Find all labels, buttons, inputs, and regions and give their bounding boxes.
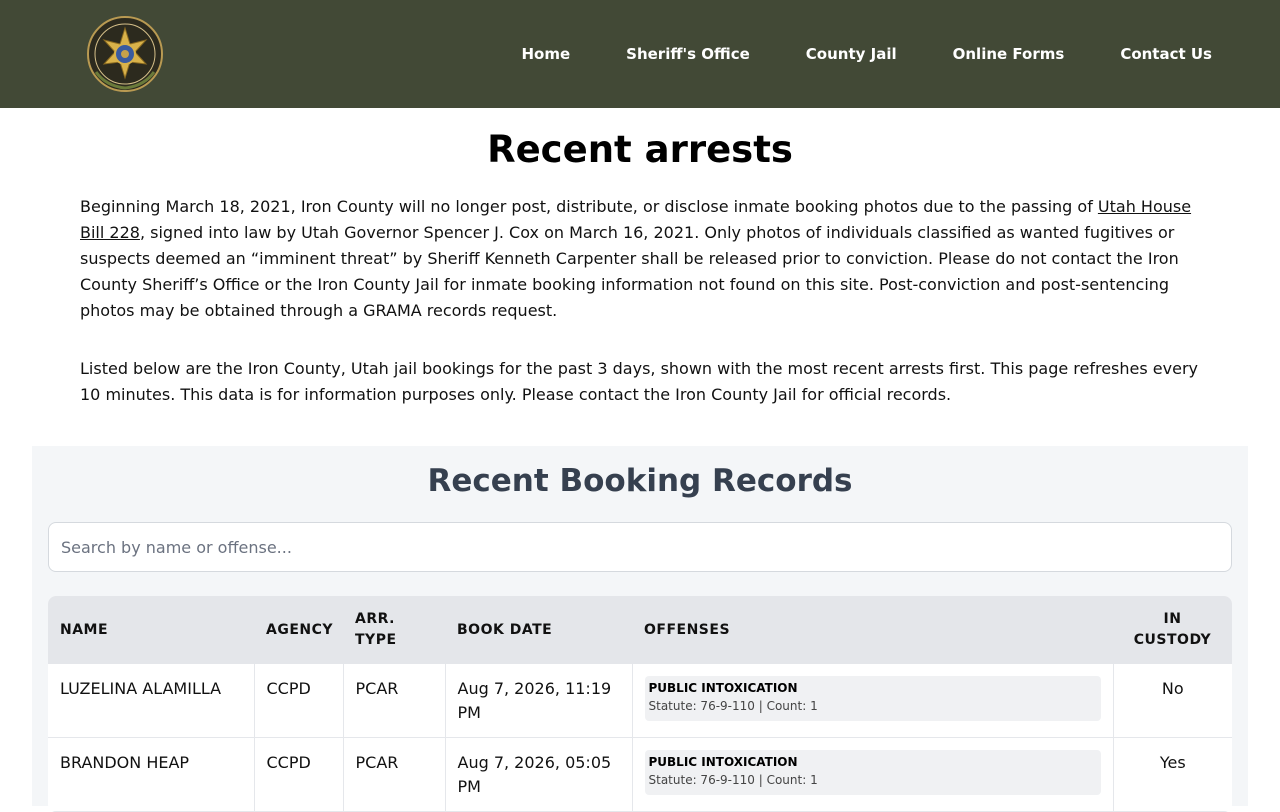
offense-title: PUBLIC INTOXICATION [648,755,798,769]
nav-county-jail[interactable]: County Jail [806,45,897,63]
table-row[interactable]: BRANDON HEAP CCPD PCAR Aug 7, 2026, 05:0… [48,737,1232,812]
cell-offenses: PUBLIC INTOXICATION Statute: 76-9-110 | … [632,664,1114,738]
nav-online-forms[interactable]: Online Forms [953,45,1065,63]
column-header-name[interactable]: NAME [48,596,254,664]
cell-agency: CCPD [254,737,344,812]
column-header-offenses[interactable]: OFFENSES [632,596,1113,664]
cell-in-custody: Yes [1113,737,1232,812]
offense-title: PUBLIC INTOXICATION [648,681,798,695]
intro-paragraph-listing: Listed below are the Iron County, Utah j… [80,359,1198,405]
column-header-agency[interactable]: AGENCY [254,596,343,664]
cell-book-date: Aug 7, 2026, 05:05 PM [445,737,633,812]
booking-table-container: NAME AGENCY ARR. TYPE BOOK DATE OFFENSES… [48,596,1232,812]
booking-records-section: Recent Booking Records NAME AGENCY ARR. … [32,446,1248,812]
column-header-arr-type[interactable]: ARR. TYPE [343,596,445,664]
cell-in-custody: No [1113,664,1232,738]
nav-sheriffs-office[interactable]: Sheriff's Office [626,45,750,63]
cell-arr-type: PCAR [343,664,446,738]
cell-book-date: Aug 7, 2026, 11:19 PM [445,664,633,738]
cell-name: LUZELINA ALAMILLA [48,664,255,738]
nav-contact-us[interactable]: Contact Us [1120,45,1212,63]
booking-heading: Recent Booking Records [427,463,853,499]
sheriff-badge-icon [87,16,163,92]
main-nav: Home Sheriff's Office County Jail Online… [521,0,1212,108]
intro-text-part: Beginning March 18, 2021, Iron County wi… [80,197,1098,217]
offense-meta: Statute: 76-9-110 | Count: 1 [648,699,818,713]
column-header-book-date[interactable]: BOOK DATE [445,596,632,664]
intro-text: Beginning March 18, 2021, Iron County wi… [0,194,1280,408]
offense-card: PUBLIC INTOXICATION Statute: 76-9-110 | … [644,750,1101,795]
cell-agency: CCPD [254,664,344,738]
sheriff-badge-logo[interactable] [86,14,166,94]
site-header: Home Sheriff's Office County Jail Online… [0,0,1280,108]
cell-arr-type: PCAR [343,737,446,812]
table-header-row: NAME AGENCY ARR. TYPE BOOK DATE OFFENSES… [48,596,1232,664]
page-title: Recent arrests [487,128,793,171]
table-row[interactable]: LUZELINA ALAMILLA CCPD PCAR Aug 7, 2026,… [48,664,1232,738]
offense-card: PUBLIC INTOXICATION Statute: 76-9-110 | … [644,676,1101,721]
nav-home[interactable]: Home [521,45,570,63]
intro-text-part: , signed into law by Utah Governor Spenc… [80,223,1179,321]
cell-name: BRANDON HEAP [48,737,255,812]
search-input[interactable] [48,522,1232,572]
column-header-in-custody[interactable]: IN CUSTODY [1113,596,1232,664]
offense-meta: Statute: 76-9-110 | Count: 1 [648,773,818,787]
intro-paragraph-photos: Beginning March 18, 2021, Iron County wi… [80,194,1200,324]
cell-offenses: PUBLIC INTOXICATION Statute: 76-9-110 | … [632,737,1114,812]
booking-table: NAME AGENCY ARR. TYPE BOOK DATE OFFENSES… [48,596,1232,812]
